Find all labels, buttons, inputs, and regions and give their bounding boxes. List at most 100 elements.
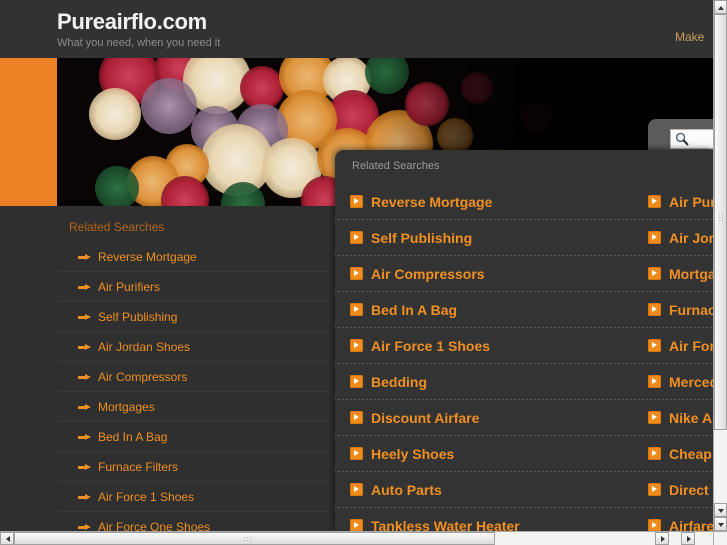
overlay-link[interactable]: Bedding	[350, 371, 640, 395]
overlay-link-label: Cheap	[669, 443, 712, 465]
vertical-scrollbar-thumb[interactable]	[714, 14, 727, 430]
overlay-row: Reverse Mortgage Air Pur	[335, 183, 713, 219]
chevron-right-icon	[350, 195, 363, 208]
sidebar-item[interactable]: Air Force 1 Shoes	[57, 481, 328, 511]
overlay-row: Air Compressors Mortga	[335, 255, 713, 291]
site-header: Pureairflo.com What you need, when you n…	[0, 0, 713, 58]
vertical-scrollbar-track-lower[interactable]	[714, 430, 727, 503]
scroll-down-button-secondary[interactable]	[714, 517, 727, 531]
overlay-link[interactable]: Cheap	[648, 443, 713, 467]
overlay-link-label: Air Jor	[669, 227, 713, 249]
sidebar-item-label: Reverse Mortgage	[98, 250, 197, 264]
sidebar-item-label: Bed In A Bag	[98, 430, 167, 444]
overlay-link[interactable]: Air Force 1 Shoes	[350, 335, 640, 359]
chevron-right-icon	[350, 411, 363, 424]
overlay-link[interactable]: Nike Ai	[648, 407, 713, 431]
overlay-link-label: Air Pur	[669, 191, 713, 213]
chevron-right-icon	[350, 375, 363, 388]
vertical-scrollbar[interactable]	[713, 0, 727, 531]
sidebar-item[interactable]: Air Purifiers	[57, 271, 328, 301]
hero-orange-block	[0, 58, 57, 206]
overlay-link-label: Merced	[669, 371, 713, 393]
overlay-link[interactable]: Self Publishing	[350, 227, 640, 251]
overlay-row: Bed In A Bag Furnac	[335, 291, 713, 327]
scrollbar-corner	[713, 531, 727, 545]
overlay-link[interactable]: Reverse Mortgage	[350, 191, 640, 215]
scroll-right-button[interactable]	[655, 532, 669, 545]
overlay-link[interactable]: Airfare	[648, 515, 713, 531]
nav-link-make[interactable]: Make	[675, 30, 704, 44]
sidebar-item[interactable]: Reverse Mortgage	[57, 242, 328, 271]
overlay-link-label: Mortga	[669, 263, 713, 285]
scroll-right-button-secondary[interactable]	[681, 532, 695, 545]
overlay-link[interactable]: Air For	[648, 335, 713, 359]
overlay-link[interactable]: Air Compressors	[350, 263, 640, 287]
site-brand[interactable]: Pureairflo.com What you need, when you n…	[57, 9, 220, 50]
sidebar-item-label: Air Force One Shoes	[98, 520, 210, 531]
scroll-up-button[interactable]	[714, 0, 727, 14]
overlay-link[interactable]: Furnac	[648, 299, 713, 323]
brand-tagline: What you need, when you need it	[57, 36, 220, 50]
sidebar-item[interactable]: Air Jordan Shoes	[57, 331, 328, 361]
scroll-left-button[interactable]	[0, 532, 14, 545]
overlay-row: Tankless Water Heater Airfare	[335, 507, 713, 531]
sidebar-item[interactable]: Self Publishing	[57, 301, 328, 331]
overlay-link[interactable]: Air Pur	[648, 191, 713, 215]
sidebar-item[interactable]: Bed In A Bag	[57, 421, 328, 451]
chevron-right-icon	[648, 447, 661, 460]
overlay-link[interactable]: Mortga	[648, 263, 713, 287]
overlay-header: Related Searches	[335, 150, 713, 183]
overlay-link[interactable]: Air Jor	[648, 227, 713, 251]
chevron-right-icon	[350, 447, 363, 460]
sidebar-item-label: Furnace Filters	[98, 460, 178, 474]
header-nav: Make	[593, 30, 713, 50]
chevron-right-icon	[648, 195, 661, 208]
sidebar-item-label: Mortgages	[98, 400, 155, 414]
overlay-link[interactable]: Merced	[648, 371, 713, 395]
overlay-row: Self Publishing Air Jor	[335, 219, 713, 255]
chevron-right-icon	[350, 267, 363, 280]
sidebar-item[interactable]: Air Force One Shoes	[57, 511, 328, 531]
horizontal-scrollbar-thumb[interactable]	[14, 532, 495, 545]
arrow-bullet-icon	[78, 434, 91, 440]
browser-page: Pureairflo.com What you need, when you n…	[0, 0, 727, 545]
overlay-link[interactable]: Bed In A Bag	[350, 299, 640, 323]
scroll-down-button[interactable]	[714, 503, 727, 517]
overlay-link-label: Self Publishing	[371, 227, 472, 249]
overlay-link[interactable]: Heely Shoes	[350, 443, 640, 467]
sidebar-item-label: Air Compressors	[98, 370, 187, 384]
search-input[interactable]	[670, 129, 713, 149]
sidebar-item[interactable]: Furnace Filters	[57, 451, 328, 481]
overlay-link-label: Nike Ai	[669, 407, 713, 429]
sidebar-item[interactable]: Air Compressors	[57, 361, 328, 391]
sidebar-item-list: Reverse Mortgage Air Purifiers Self Publis…	[57, 242, 328, 531]
page-viewport: Pureairflo.com What you need, when you n…	[0, 0, 713, 531]
chevron-right-icon	[350, 339, 363, 352]
arrow-bullet-icon	[78, 494, 91, 500]
brand-title: Pureairflo.com	[57, 9, 220, 34]
overlay-link[interactable]: Tankless Water Heater	[350, 515, 640, 531]
sidebar-item-label: Air Jordan Shoes	[98, 340, 190, 354]
horizontal-scrollbar[interactable]	[0, 531, 713, 545]
chevron-right-icon	[648, 231, 661, 244]
sidebar-heading: Related Searches	[57, 206, 328, 242]
arrow-down-icon	[718, 509, 724, 513]
sidebar-item[interactable]: Mortgages	[57, 391, 328, 421]
arrow-bullet-icon	[78, 314, 91, 320]
sidebar-item-label: Self Publishing	[98, 310, 177, 324]
arrow-bullet-icon	[78, 254, 91, 260]
overlay-link-label: Tankless Water Heater	[371, 515, 520, 531]
overlay-link[interactable]: Auto Parts	[350, 479, 640, 503]
overlay-link[interactable]: Direct T	[648, 479, 713, 503]
overlay-link-label: Air Compressors	[371, 263, 485, 285]
overlay-link[interactable]: Discount Airfare	[350, 407, 640, 431]
overlay-link-label: Direct T	[669, 479, 713, 501]
overlay-link-label: Air Force 1 Shoes	[371, 335, 490, 357]
arrow-bullet-icon	[78, 284, 91, 290]
chevron-right-icon	[350, 231, 363, 244]
chevron-right-icon	[648, 519, 661, 531]
overlay-row: Heely Shoes Cheap	[335, 435, 713, 471]
arrow-right-icon	[661, 536, 665, 542]
arrow-up-icon	[718, 6, 724, 10]
overlay-row: Discount Airfare Nike Ai	[335, 399, 713, 435]
